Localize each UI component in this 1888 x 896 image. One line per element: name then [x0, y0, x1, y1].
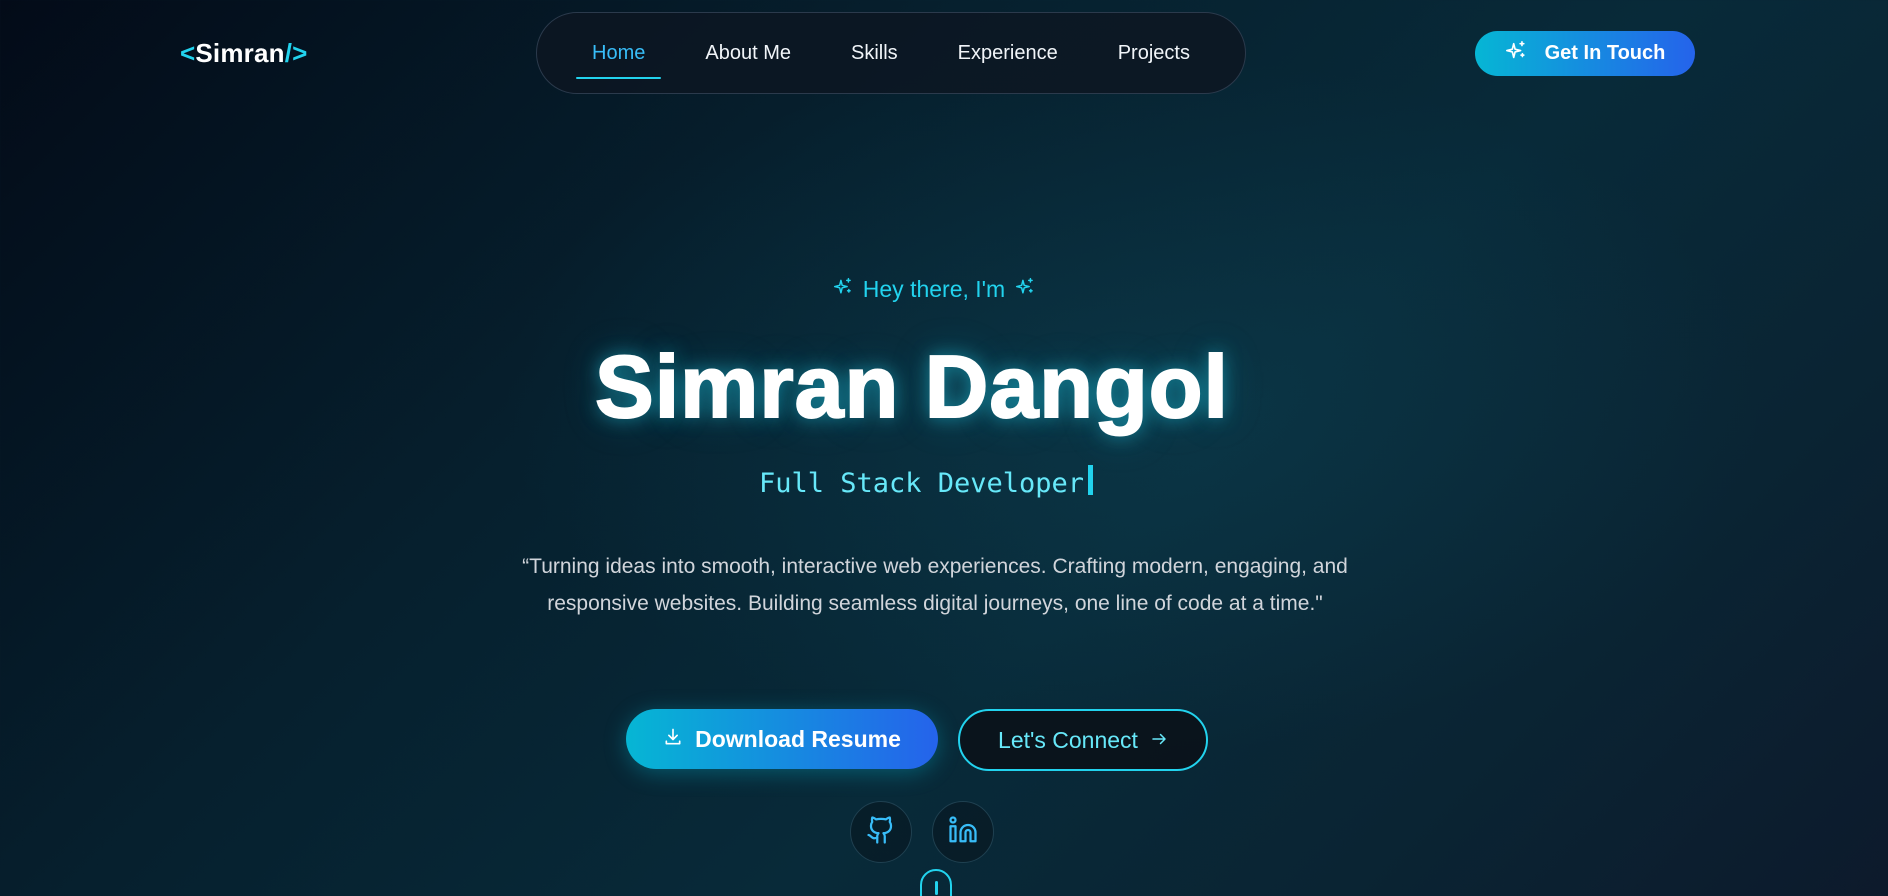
download-resume-button[interactable]: Download Resume [626, 709, 938, 769]
greeting: Hey there, I'm [0, 276, 1888, 303]
arrow-right-icon [1150, 727, 1168, 754]
social-links [0, 801, 1888, 863]
lets-connect-button[interactable]: Let's Connect [958, 709, 1208, 771]
linkedin-link[interactable] [931, 801, 994, 863]
linkedin-icon [948, 815, 978, 850]
lets-connect-label: Let's Connect [998, 726, 1138, 753]
get-in-touch-button[interactable]: Get In Touch [1475, 31, 1695, 76]
scroll-mouse-icon [920, 869, 952, 896]
hero-role: Full Stack Developer [0, 464, 1888, 499]
mouse-wheel [935, 881, 938, 895]
main-nav: Home About Me Skills Experience Projects [536, 12, 1246, 94]
hero-quote: “Turning ideas into smooth, interactive … [522, 555, 1348, 615]
download-icon [663, 726, 683, 753]
role-text: Full Stack Developer [758, 468, 1085, 499]
logo-close-bracket: /> [284, 38, 308, 68]
github-icon [866, 815, 896, 850]
nav-item-home[interactable]: Home [562, 12, 675, 94]
logo[interactable]: <Simran/> [180, 38, 308, 69]
hero-name: Simran Dangol [594, 336, 1229, 437]
logo-open-bracket: < [180, 38, 196, 68]
nav-item-projects[interactable]: Projects [1088, 12, 1220, 94]
nav-item-skills[interactable]: Skills [821, 12, 928, 94]
logo-name: Simran [195, 38, 285, 68]
sparkles-icon [1015, 276, 1035, 303]
nav-item-experience[interactable]: Experience [928, 12, 1088, 94]
download-resume-label: Download Resume [695, 725, 901, 752]
hero-actions: Download Resume Let's Connect [0, 709, 1888, 771]
nav-item-about-me[interactable]: About Me [675, 12, 821, 94]
sparkles-icon [833, 276, 853, 303]
typing-caret [1088, 464, 1094, 495]
github-link[interactable] [849, 801, 912, 863]
get-in-touch-label: Get In Touch [1544, 42, 1666, 64]
greeting-text: Hey there, I'm [862, 276, 1006, 302]
sparkles-icon [1505, 40, 1527, 68]
